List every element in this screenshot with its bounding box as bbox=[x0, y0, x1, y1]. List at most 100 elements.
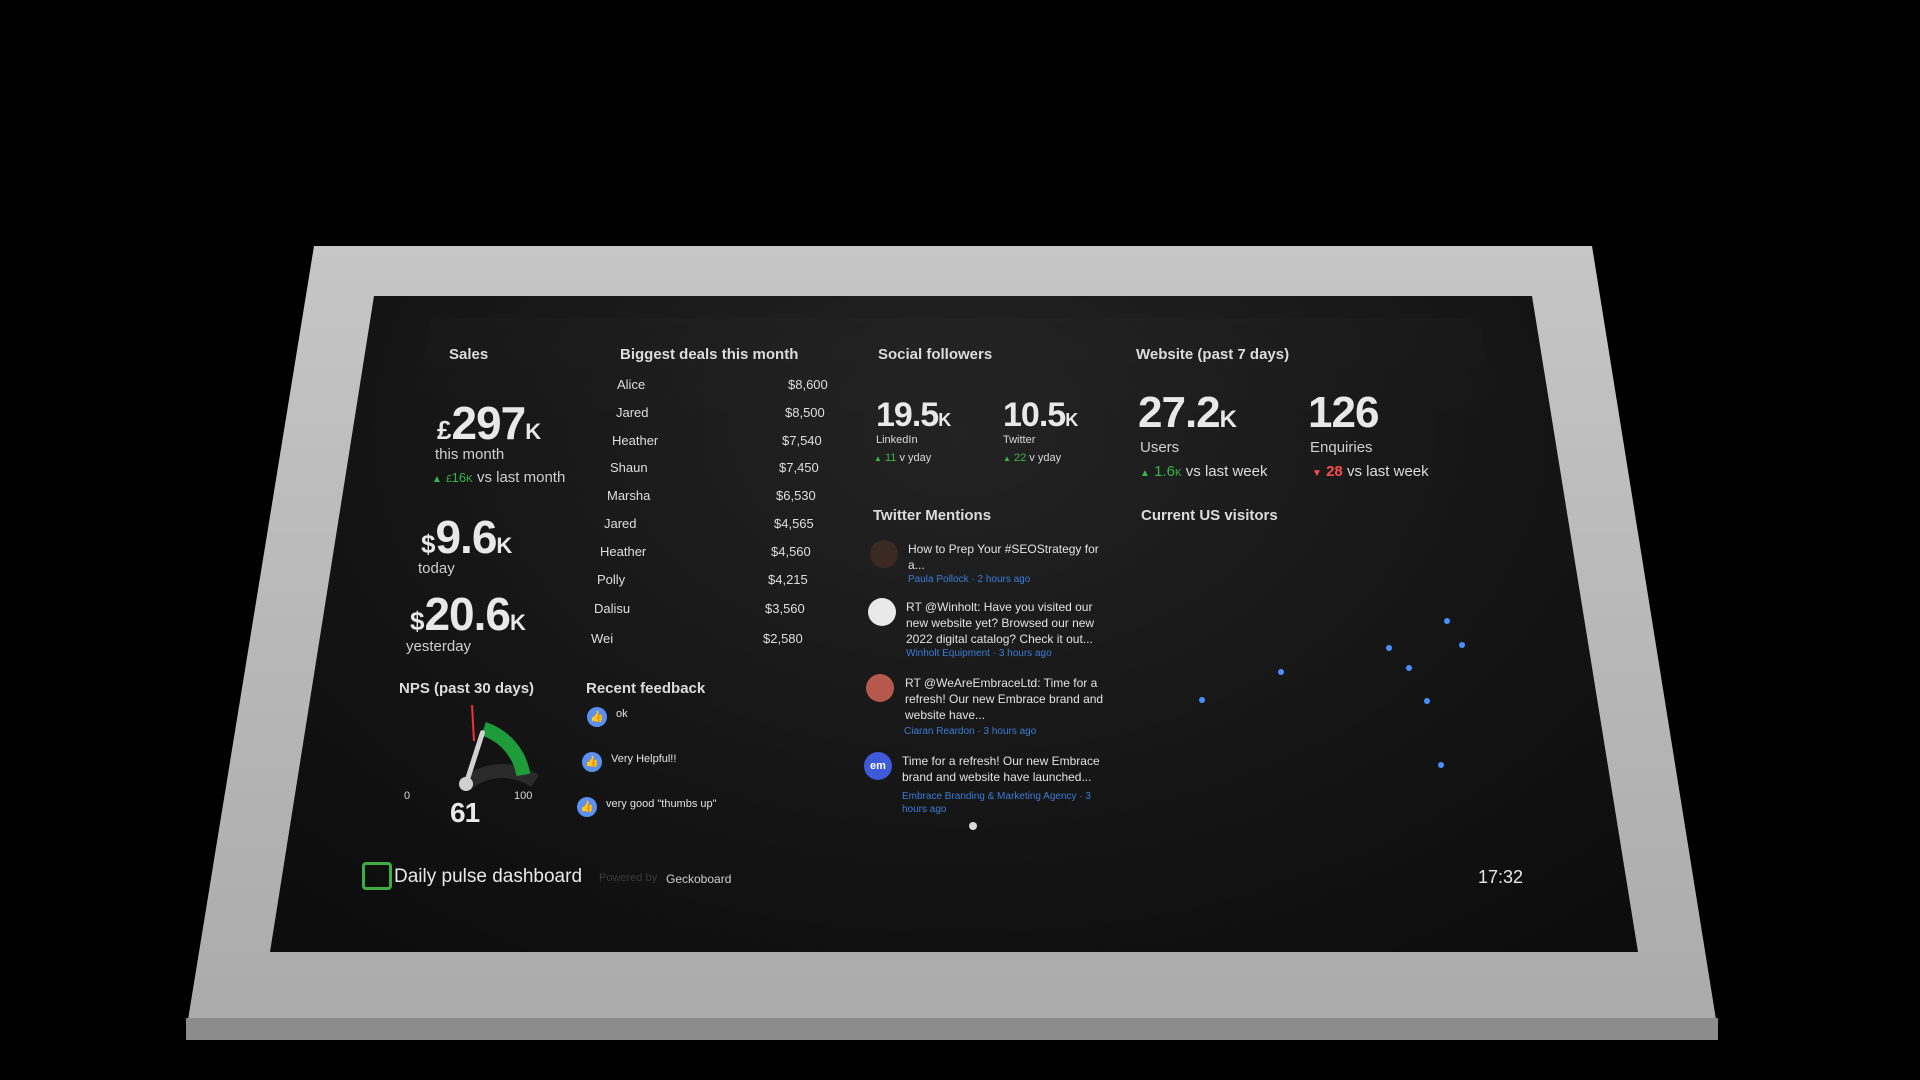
linkedin-delta: ▲ 11 v yday bbox=[874, 452, 931, 464]
up-arrow-icon: ▲ bbox=[432, 474, 442, 485]
deal-name: Heather bbox=[612, 433, 659, 448]
sales-month-delta: ▲ £16K vs last month bbox=[432, 469, 565, 486]
deal-value: $7,540 bbox=[782, 433, 822, 448]
visitor-dot bbox=[1438, 762, 1444, 768]
deal-value: $3,560 bbox=[765, 601, 805, 616]
nps-min-label: 0 bbox=[404, 790, 411, 802]
users-label: Users bbox=[1140, 439, 1180, 456]
sales-today-metric: $9.6K bbox=[421, 510, 512, 564]
sales-delta-suffix: K bbox=[466, 474, 473, 485]
up-arrow-icon: ▲ bbox=[1003, 454, 1011, 463]
linkedin-delta-label: v yday bbox=[899, 452, 932, 464]
sales-today-suffix: K bbox=[496, 533, 513, 558]
visitor-dot bbox=[1444, 618, 1450, 624]
deals-title: Biggest deals this month bbox=[620, 346, 799, 363]
website-users-metric: 27.2K bbox=[1138, 388, 1237, 438]
visitor-dot bbox=[1459, 642, 1465, 648]
linkedin-value: 19.5 bbox=[876, 396, 939, 434]
enquiries-delta: ▼ 28 vs last week bbox=[1312, 463, 1429, 480]
deal-name: Dalisu bbox=[594, 601, 631, 616]
users-value: 27.2 bbox=[1138, 388, 1221, 437]
twitter-delta: ▲ 22 v yday bbox=[1003, 452, 1061, 464]
deal-name: Shaun bbox=[610, 460, 648, 475]
users-suffix: K bbox=[1219, 406, 1237, 433]
sales-month-currency: £ bbox=[437, 415, 452, 445]
linkedin-label: LinkedIn bbox=[876, 434, 918, 446]
enquiries-value: 126 bbox=[1308, 388, 1379, 437]
tweet-meta[interactable]: Paula Pollock · 2 hours ago bbox=[908, 574, 1030, 585]
feedback-text: Very Helpful!! bbox=[611, 753, 677, 765]
tweet-text[interactable]: RT @WeAreEmbraceLtd: Time for a refresh!… bbox=[905, 675, 1117, 723]
sales-month-metric: £297K bbox=[437, 396, 541, 450]
geckoboard-brand: Geckoboard bbox=[666, 872, 732, 886]
users-delta: ▲ 1.6K vs last week bbox=[1140, 463, 1267, 480]
enquiries-delta-value: 28 bbox=[1326, 463, 1343, 480]
gauge-target-marker bbox=[471, 705, 475, 742]
twitter-delta-label: v yday bbox=[1029, 452, 1062, 464]
sales-month-label: this month bbox=[435, 446, 505, 463]
tweet-text[interactable]: Time for a refresh! Our new Embrace bran… bbox=[902, 753, 1116, 785]
dashboard-name: Daily pulse dashboard bbox=[394, 866, 583, 887]
tweet-meta[interactable]: Embrace Branding & Marketing Agency · 3 … bbox=[902, 790, 1112, 816]
visitor-dot bbox=[1386, 645, 1392, 651]
social-title: Social followers bbox=[878, 346, 993, 363]
sales-yesterday-metric: $20.6K bbox=[410, 587, 526, 641]
nps-gauge bbox=[459, 705, 539, 791]
powered-by-label: Powered by bbox=[599, 872, 658, 884]
deal-name: Jared bbox=[604, 516, 637, 531]
nps-max-label: 100 bbox=[514, 790, 533, 802]
thumbs-up-icon: 👍 bbox=[587, 707, 607, 727]
sales-today-label: today bbox=[418, 560, 455, 577]
deal-value: $8,500 bbox=[785, 405, 825, 420]
enquiries-delta-label: vs last week bbox=[1346, 463, 1429, 480]
visitor-dot bbox=[1424, 698, 1430, 704]
sales-yesterday-label: yesterday bbox=[406, 638, 472, 655]
linkedin-delta-value: 11 bbox=[884, 452, 897, 464]
feedback-text: ok bbox=[616, 708, 628, 720]
thumbs-up-icon: 👍 bbox=[577, 797, 597, 817]
sales-today-value: 9.6 bbox=[435, 511, 497, 563]
up-arrow-icon: ▲ bbox=[1140, 468, 1150, 479]
twitter-suffix: K bbox=[1065, 410, 1079, 430]
deal-name: Wei bbox=[591, 631, 614, 646]
sales-delta-label: vs last month bbox=[476, 469, 566, 486]
enquiries-label: Enquiries bbox=[1310, 439, 1373, 456]
deal-value: $4,215 bbox=[768, 572, 808, 587]
sales-month-value: 297 bbox=[451, 397, 526, 449]
twitter-mentions-title: Twitter Mentions bbox=[873, 507, 992, 524]
tweet-meta[interactable]: Ciaran Reardon · 3 hours ago bbox=[904, 726, 1036, 737]
twitter-value: 10.5 bbox=[1003, 396, 1066, 434]
carousel-indicator[interactable] bbox=[969, 822, 977, 830]
deal-value: $4,560 bbox=[771, 544, 811, 559]
deal-value: $2,580 bbox=[763, 631, 803, 646]
tweet-text[interactable]: How to Prep Your #SEOStrategy for a... bbox=[908, 541, 1108, 573]
geckoboard-logo-icon bbox=[362, 862, 392, 890]
down-arrow-icon: ▼ bbox=[1312, 468, 1322, 479]
users-delta-value: 1.6 bbox=[1154, 463, 1175, 480]
tweet-text[interactable]: RT @Winholt: Have you visited our new we… bbox=[906, 599, 1116, 647]
nps-title: NPS (past 30 days) bbox=[399, 680, 535, 697]
thumbs-up-icon: 👍 bbox=[582, 752, 602, 772]
sales-yesterday-suffix: K bbox=[510, 610, 526, 635]
deal-value: $8,600 bbox=[788, 377, 828, 392]
visitor-dot bbox=[1406, 665, 1412, 671]
nps-value: 61 bbox=[450, 797, 480, 828]
deal-name: Marsha bbox=[607, 488, 651, 503]
feedback-title: Recent feedback bbox=[586, 680, 706, 697]
sales-yesterday-currency: $ bbox=[410, 606, 425, 636]
tweet-avatar bbox=[870, 540, 898, 568]
deal-value: $6,530 bbox=[776, 488, 816, 503]
sales-yesterday-value: 20.6 bbox=[424, 588, 511, 640]
twitter-delta-value: 22 bbox=[1013, 452, 1027, 464]
tweet-avatar: em bbox=[864, 752, 892, 780]
twitter-metric: 10.5K bbox=[1003, 396, 1078, 435]
feedback-text: very good "thumbs up" bbox=[606, 798, 717, 810]
tweet-avatar bbox=[868, 598, 896, 626]
sales-title: Sales bbox=[449, 346, 489, 363]
tweet-avatar bbox=[866, 674, 894, 702]
visitor-dot bbox=[1199, 697, 1205, 703]
clock: 17:32 bbox=[1478, 867, 1524, 887]
deal-name: Heather bbox=[600, 544, 647, 559]
deal-name: Polly bbox=[597, 572, 626, 587]
tweet-meta[interactable]: Winholt Equipment · 3 hours ago bbox=[906, 648, 1052, 659]
